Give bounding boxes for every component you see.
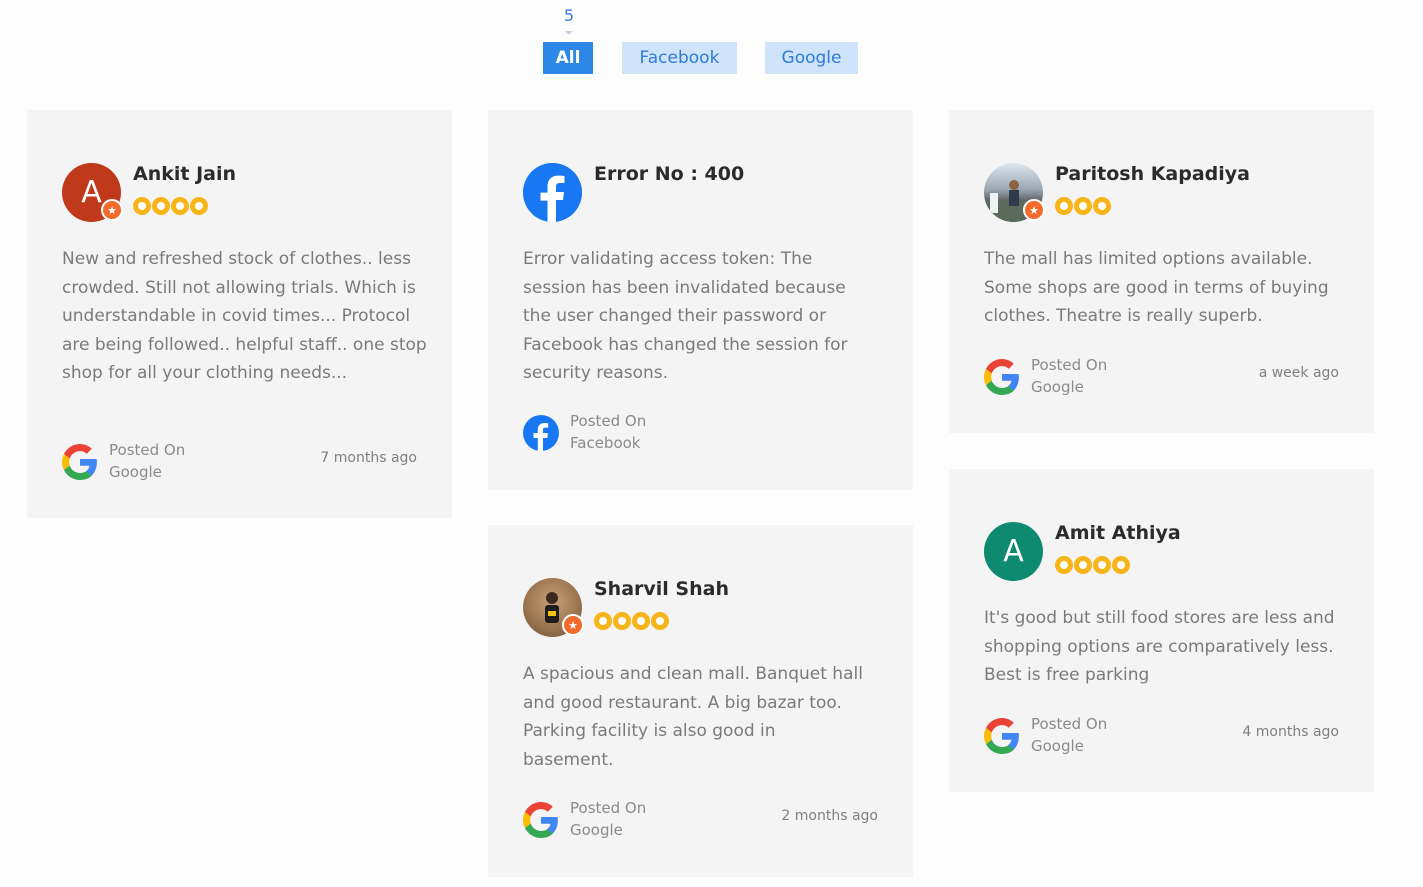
source-name: Google [109,462,162,481]
review-text: Error validating access token: The sessi… [523,249,848,383]
review-card: Error No : 400 Error validating access t… [488,110,913,490]
source-filter-bar: All Facebook Google [0,42,1423,74]
reviewer-name: Error No : 400 [594,163,745,185]
star-icon [1074,556,1092,574]
review-card: A ★ Ankit Jain New and refreshed stock o… [27,110,452,518]
posted-label: Posted On [570,799,647,817]
google-icon [984,359,1019,395]
review-header: A Amit Athiya [984,522,1344,582]
review-time: a week ago [1258,365,1339,381]
filter-facebook-button[interactable]: Facebook [622,42,737,74]
review-text: It's good but still food stores are less… [984,608,1335,685]
review-count: 5 [563,6,575,25]
facebook-icon [523,163,582,222]
review-card: ★ Sharvil Shah A spacious and clean mall… [488,525,913,877]
source-name: Google [1031,736,1084,755]
google-icon [523,802,558,838]
reviewer-name: Paritosh Kapadiya [1055,163,1250,185]
posted-label: Posted On [1031,356,1108,374]
caret-down-icon [565,31,573,35]
filter-google-button[interactable]: Google [765,42,858,74]
posted-label: Posted On [1031,715,1108,733]
star-rating [1055,197,1111,217]
star-icon [1074,197,1092,215]
posted-on-label: Posted On Google [570,798,646,841]
source-name: Facebook [570,433,641,452]
star-icon [1093,197,1111,215]
google-badge-icon: ★ [562,614,584,636]
star-icon [152,197,170,215]
review-footer: Posted On Google a week ago [984,355,1339,399]
review-footer: Posted On Google 4 months ago [984,714,1339,758]
review-header: ★ Paritosh Kapadiya [984,163,1344,223]
review-text: New and refreshed stock of clothes.. les… [62,249,427,383]
star-rating [133,197,208,217]
google-badge-icon: ★ [101,199,123,221]
review-footer: Posted On Facebook [523,411,878,455]
star-icon [594,612,612,630]
review-text: A spacious and clean mall. Banquet hall … [523,664,863,770]
star-icon [171,197,189,215]
review-header: Error No : 400 [523,163,883,223]
star-icon [632,612,650,630]
google-badge-icon: ★ [1023,199,1045,221]
review-header: A ★ Ankit Jain [62,163,422,223]
review-footer: Posted On Google 7 months ago [62,440,417,484]
source-name: Google [1031,377,1084,396]
star-rating [1055,556,1130,576]
star-icon [1093,556,1111,574]
review-time: 2 months ago [781,808,878,824]
reviewer-name: Ankit Jain [133,163,237,185]
review-card: ★ Paritosh Kapadiya The mall has limited… [949,110,1374,433]
reviewer-name: Sharvil Shah [594,578,729,600]
star-icon [1112,556,1130,574]
posted-label: Posted On [570,412,647,430]
avatar-letter: A [81,175,102,210]
posted-on-label: Posted On Google [1031,355,1107,398]
review-header: ★ Sharvil Shah [523,578,883,638]
star-icon [190,197,208,215]
posted-on-label: Posted On Google [1031,714,1107,757]
review-time: 7 months ago [320,450,417,466]
star-icon [651,612,669,630]
avatar-letter: A [1003,534,1024,569]
review-footer: Posted On Google 2 months ago [523,798,878,842]
google-icon [984,718,1019,754]
star-icon [133,197,151,215]
star-icon [1055,556,1073,574]
star-icon [613,612,631,630]
posted-on-label: Posted On Facebook [570,411,646,454]
facebook-icon [523,415,559,451]
star-icon [1055,197,1073,215]
posted-on-label: Posted On Google [109,440,185,483]
facebook-logo-icon [523,163,582,222]
google-icon [62,444,97,480]
review-text: The mall has limited options available. … [984,249,1329,326]
star-rating [594,612,669,632]
filter-all-button[interactable]: All [543,42,593,74]
avatar: A [984,522,1043,581]
posted-label: Posted On [109,441,186,459]
source-name: Google [570,820,623,839]
reviewer-name: Amit Athiya [1055,522,1181,544]
review-time: 4 months ago [1242,724,1339,740]
review-card: A Amit Athiya It's good but still food s… [949,469,1374,792]
